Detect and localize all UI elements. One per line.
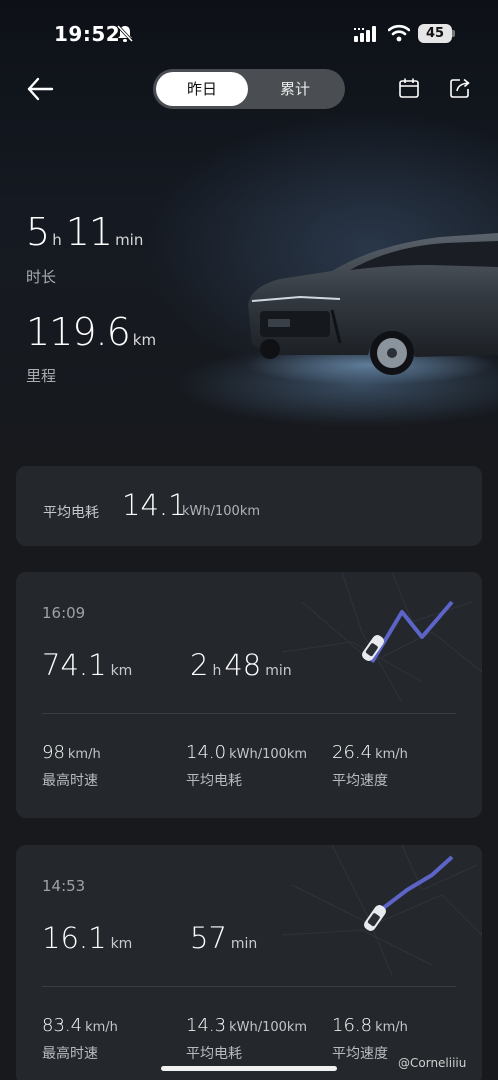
trip-distance: 74.1 km — [42, 648, 135, 682]
trip-duration-minutes: 57 — [190, 921, 227, 955]
distance-label: 里程 — [26, 367, 57, 385]
duration-hours: 5 — [26, 210, 50, 254]
trip-start-time: 14:53 — [42, 877, 86, 895]
max-speed-label: 最高时速 — [42, 1046, 98, 1062]
trip-average-speed: 26.4 km/h 平均速度 — [332, 742, 408, 789]
average-speed-value: 16.8 — [332, 1015, 373, 1036]
average-consumption-card: 平均电耗 14.1 kWh/100km — [16, 466, 482, 546]
duration-minutes: 11 — [65, 210, 113, 254]
home-indicator[interactable] — [161, 1066, 337, 1071]
average-speed-unit: km/h — [375, 1020, 408, 1035]
trip-distance-unit: km — [110, 936, 133, 952]
calendar-button[interactable] — [398, 77, 420, 103]
trip-distance-value: 16.1 — [42, 921, 107, 955]
trip-distance: 16.1 km — [42, 921, 135, 955]
consumption-value: 14.0 — [186, 742, 227, 763]
max-speed-unit: km/h — [67, 747, 101, 762]
duration-minutes-unit: min — [115, 231, 144, 249]
consumption-unit: kWh/100km — [229, 747, 308, 762]
tab-yesterday[interactable]: 昨日 — [156, 72, 248, 106]
duration-label: 时长 — [26, 268, 57, 286]
trip-start-time: 16:09 — [42, 604, 86, 622]
average-consumption-unit: kWh/100km — [182, 504, 261, 519]
average-consumption-value: 14.1 — [122, 488, 187, 522]
max-speed-unit: km/h — [85, 1020, 118, 1035]
total-distance: 119.6 km — [26, 310, 160, 354]
battery-tip — [452, 30, 455, 37]
trip-max-speed: 83.4 km/h 最高时速 — [42, 1015, 118, 1062]
duration-hours-unit: h — [52, 231, 62, 249]
average-speed-label: 平均速度 — [332, 1046, 388, 1062]
average-speed-unit: km/h — [375, 747, 408, 762]
divider — [42, 986, 456, 987]
consumption-label: 平均电耗 — [186, 773, 242, 789]
consumption-unit: kWh/100km — [229, 1020, 308, 1035]
consumption-label: 平均电耗 — [186, 1046, 242, 1062]
max-speed-value: 83.4 — [42, 1015, 83, 1036]
watermark: @Corneliiiu — [398, 1056, 467, 1070]
share-icon — [450, 78, 470, 98]
trip-duration: 2 h 48 min — [190, 648, 295, 682]
distance-value: 119.6 — [26, 310, 131, 354]
trip-duration-minutes-unit: min — [230, 936, 258, 952]
average-speed-label: 平均速度 — [332, 773, 388, 789]
trip-duration-minutes: 48 — [224, 648, 262, 682]
cellular-signal-icon — [354, 26, 380, 46]
tab-cumulative[interactable]: 累计 — [249, 72, 341, 106]
status-time: 19:52 — [54, 22, 121, 46]
trip-consumption: 14.0 kWh/100km 平均电耗 — [186, 742, 308, 789]
total-duration: 5 h 11 min — [26, 210, 147, 260]
share-button[interactable] — [449, 77, 471, 103]
trip-duration-hours-unit: h — [212, 663, 222, 679]
trip-card[interactable]: 16:09 74.1 km 2 h 48 min 98 km/h 最高时速 14.0 kWh… — [16, 572, 482, 818]
max-speed-value: 98 — [42, 742, 65, 763]
trip-distance-value: 74.1 — [42, 648, 107, 682]
battery-indicator: 45 — [418, 24, 452, 43]
status-bar: 19:52 45 — [0, 20, 498, 50]
distance-unit: km — [132, 331, 157, 349]
period-segmented-control: 昨日 累计 — [153, 69, 345, 109]
car-image — [240, 215, 498, 389]
bell-muted-icon — [116, 24, 134, 48]
arrow-left-icon — [27, 77, 54, 101]
trip-duration-minutes-unit: min — [265, 663, 292, 679]
trip-max-speed: 98 km/h 最高时速 — [42, 742, 101, 789]
calendar-icon — [399, 78, 419, 98]
average-consumption-label: 平均电耗 — [43, 505, 99, 521]
trip-consumption: 14.3 kWh/100km 平均电耗 — [186, 1015, 308, 1062]
back-button[interactable] — [26, 76, 56, 102]
consumption-value: 14.3 — [186, 1015, 227, 1036]
max-speed-label: 最高时速 — [42, 773, 98, 789]
route-map-thumbnail — [282, 845, 482, 975]
trip-card[interactable]: 14:53 16.1 km 57 min 83.4 km/h 最高时速 14.3 kWh… — [16, 845, 482, 1080]
wifi-icon — [387, 24, 411, 46]
average-speed-value: 26.4 — [332, 742, 373, 763]
route-map-thumbnail — [282, 572, 482, 702]
trip-duration: 57 min — [190, 921, 260, 955]
trip-average-speed: 16.8 km/h 平均速度 — [332, 1015, 408, 1062]
divider — [42, 713, 456, 714]
trip-duration-hours: 2 — [190, 648, 209, 682]
trip-distance-unit: km — [110, 663, 133, 679]
